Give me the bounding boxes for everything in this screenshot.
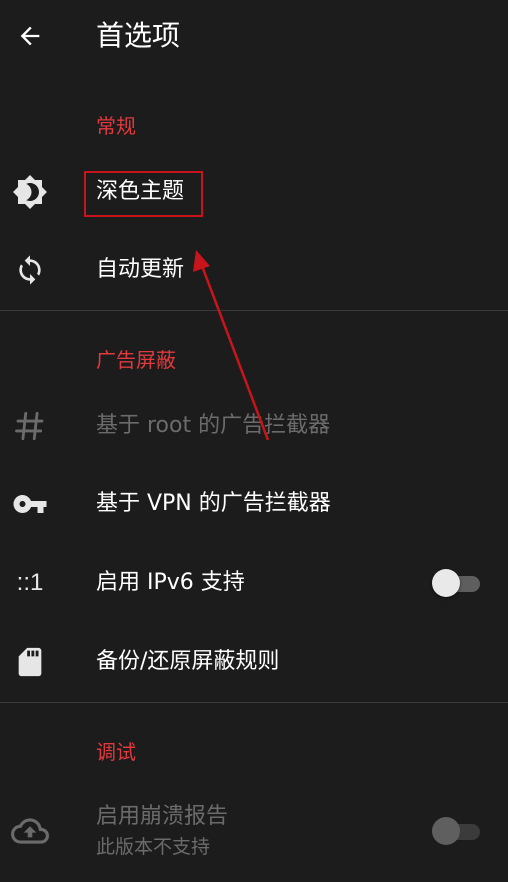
pref-vpn-ad-blocker[interactable]: 基于 VPN 的广告拦截器 bbox=[0, 465, 508, 543]
pref-label: 基于 root 的广告拦截器 bbox=[96, 413, 331, 438]
toggle-thumb bbox=[432, 817, 460, 845]
section-header-general: 常规 bbox=[96, 114, 136, 138]
pref-label: 启用 IPv6 支持 bbox=[96, 570, 245, 595]
pref-crash-reports: 启用崩溃报告 此版本不支持 bbox=[0, 786, 508, 876]
sync-icon bbox=[10, 250, 50, 290]
pref-ipv6-support[interactable]: ::1 启用 IPv6 支持 bbox=[0, 544, 508, 622]
pref-label: 备份/还原屏蔽规则 bbox=[96, 649, 280, 674]
pref-label: 启用崩溃报告 bbox=[96, 804, 229, 829]
ipv6-toggle[interactable] bbox=[432, 569, 480, 597]
pref-label: 基于 VPN 的广告拦截器 bbox=[96, 491, 331, 516]
pref-root-ad-blocker: 基于 root 的广告拦截器 bbox=[0, 387, 508, 465]
pref-label: 自动更新 bbox=[96, 257, 185, 282]
arrow-left-icon bbox=[20, 26, 40, 46]
sd-card-icon bbox=[10, 642, 50, 682]
page-title: 首选项 bbox=[96, 19, 181, 52]
key-icon bbox=[10, 484, 50, 524]
section-divider bbox=[0, 310, 508, 311]
pref-auto-update[interactable]: 自动更新 bbox=[0, 231, 508, 309]
pref-dark-theme[interactable]: 深色主题 bbox=[0, 153, 508, 231]
section-divider bbox=[0, 702, 508, 703]
pref-summary: 此版本不支持 bbox=[96, 836, 211, 858]
ipv6-icon: ::1 bbox=[16, 569, 44, 596]
pref-backup-restore[interactable]: 备份/还原屏蔽规则 bbox=[0, 623, 508, 701]
crash-report-toggle bbox=[432, 817, 480, 845]
app-bar: 首选项 bbox=[0, 0, 508, 72]
back-button[interactable] bbox=[8, 14, 52, 58]
section-header-ad-blocking: 广告屏蔽 bbox=[96, 348, 176, 372]
cloud-upload-icon bbox=[10, 811, 50, 851]
brightness-icon bbox=[10, 172, 50, 212]
hash-icon bbox=[10, 406, 50, 446]
section-header-debug: 调试 bbox=[96, 740, 136, 764]
pref-label: 深色主题 bbox=[96, 179, 185, 204]
toggle-thumb bbox=[432, 569, 460, 597]
